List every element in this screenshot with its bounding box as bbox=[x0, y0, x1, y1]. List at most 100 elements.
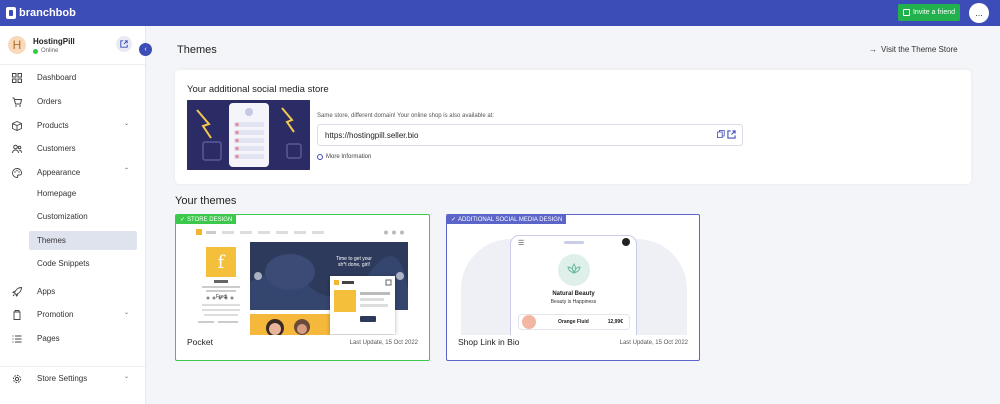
brand-name: branchbob bbox=[19, 7, 76, 19]
invite-label: Invite a friend bbox=[912, 9, 955, 16]
theme-card-pocket[interactable]: ✓ STORE DESIGN f Time to get your sh*t d… bbox=[175, 214, 430, 361]
cart-icon bbox=[12, 97, 22, 107]
chevron-down-icon: ⌄ bbox=[123, 310, 129, 316]
preview-product-popup bbox=[330, 276, 395, 334]
divider bbox=[0, 64, 145, 65]
sidebar-item-label: Orders bbox=[37, 97, 62, 106]
palette-icon bbox=[12, 167, 22, 178]
preview-profile: f bbox=[196, 244, 256, 334]
external-link-icon[interactable] bbox=[727, 130, 736, 141]
theme-preview-pocket: f Time to get your sh*t done, girl! Fred… bbox=[176, 224, 429, 335]
badge-label: ADDITIONAL SOCIAL MEDIA DESIGN bbox=[458, 216, 563, 223]
sidebar-item-label: Dashboard bbox=[37, 73, 77, 82]
tag-icon bbox=[12, 309, 22, 320]
sidebar-subitem-code-snippets[interactable]: Code Snippets bbox=[29, 254, 137, 273]
sidebar-item-promotion[interactable]: Promotion ⌄ bbox=[8, 305, 137, 324]
copy-icon[interactable] bbox=[717, 130, 725, 141]
rocket-icon bbox=[12, 286, 22, 297]
preview-brand-name: Natural Beauty bbox=[552, 291, 595, 297]
preview-phone: ☰ Natural Beauty Beauty is Happiness Ora… bbox=[510, 235, 637, 335]
collapse-sidebar-button[interactable]: ‹ bbox=[139, 43, 152, 56]
open-store-external-button[interactable] bbox=[116, 36, 132, 52]
info-icon bbox=[317, 154, 323, 160]
sidebar-item-label: Store Settings bbox=[37, 374, 88, 383]
social-store-description: Same store, different domain! Your onlin… bbox=[317, 113, 494, 119]
your-themes-heading: Your themes bbox=[175, 195, 237, 207]
preview-photo-art bbox=[250, 314, 330, 335]
preview-product-row: Orange Fluid 12,99€ bbox=[518, 314, 630, 330]
preview-product-image bbox=[522, 315, 536, 329]
invite-friend-button[interactable]: Invite a friend bbox=[897, 4, 960, 21]
theme-preview-shop-link-in-bio: ☰ Natural Beauty Beauty is Happiness Ora… bbox=[447, 224, 699, 335]
theme-updated: Last Update, 15 Oct 2022 bbox=[349, 340, 418, 346]
sidebar-item-apps[interactable]: Apps bbox=[8, 282, 137, 301]
top-bar: branchbob Invite a friend ... bbox=[0, 0, 1000, 26]
lotus-icon bbox=[567, 263, 581, 274]
hamburger-icon: ☰ bbox=[518, 240, 525, 247]
list-icon bbox=[12, 334, 22, 344]
preview-product-name: Orange Fluid bbox=[558, 319, 589, 325]
theme-card-shop-link-in-bio[interactable]: ✓ ADDITIONAL SOCIAL MEDIA DESIGN ☰ Natur… bbox=[446, 214, 700, 361]
store-status-label: Online bbox=[41, 48, 59, 54]
chevron-left-icon: ‹ bbox=[144, 46, 147, 53]
more-information-link[interactable]: More Information bbox=[317, 154, 371, 160]
page-title: Themes bbox=[177, 44, 217, 56]
store-avatar: H bbox=[8, 36, 26, 54]
external-link-icon bbox=[120, 40, 128, 48]
sidebar-subitem-homepage[interactable]: Homepage bbox=[29, 184, 137, 203]
preview-profile-lines bbox=[198, 280, 240, 323]
theme-name: Shop Link in Bio bbox=[458, 337, 520, 347]
sidebar-item-label: Pages bbox=[37, 334, 60, 343]
sidebar-item-pages[interactable]: Pages bbox=[8, 329, 137, 348]
preview-popup-art bbox=[334, 279, 392, 322]
gift-icon bbox=[902, 9, 910, 16]
theme-name: Pocket bbox=[187, 337, 213, 347]
preview-nav-lines bbox=[206, 230, 404, 235]
store-header: H HostingPill Online bbox=[8, 36, 136, 58]
preview-brand-tile: f bbox=[206, 247, 236, 277]
preview-brand-logo bbox=[558, 254, 590, 286]
divider bbox=[0, 366, 145, 367]
users-icon bbox=[12, 144, 22, 154]
url-actions bbox=[717, 130, 736, 141]
sidebar-item-store-settings[interactable]: Store Settings ⌄ bbox=[8, 369, 137, 388]
store-design-badge: ✓ STORE DESIGN bbox=[176, 215, 237, 224]
preview-navbar bbox=[196, 229, 411, 237]
chevron-down-icon: ⌄ bbox=[123, 121, 129, 127]
cart-badge-icon bbox=[622, 238, 630, 246]
sidebar-subitem-themes[interactable]: Themes bbox=[29, 231, 137, 250]
sidebar-item-dashboard[interactable]: Dashboard bbox=[8, 68, 137, 87]
sidebar-item-label: Promotion bbox=[37, 310, 74, 319]
sidebar-item-appearance[interactable]: Appearance ⌃ bbox=[8, 163, 137, 182]
sidebar-item-orders[interactable]: Orders bbox=[8, 92, 137, 111]
gear-icon bbox=[12, 374, 22, 384]
phone-notch bbox=[564, 241, 584, 244]
user-menu-avatar[interactable]: ... bbox=[969, 3, 989, 23]
store-name: HostingPill bbox=[33, 37, 75, 46]
sidebar-item-products[interactable]: Products ⌄ bbox=[8, 116, 137, 135]
chevron-up-icon: ⌃ bbox=[123, 168, 129, 174]
check-icon: ✓ bbox=[451, 217, 457, 223]
check-icon: ✓ bbox=[180, 217, 186, 223]
sidebar-item-customers[interactable]: Customers bbox=[8, 139, 137, 158]
preview-banner-text: Time to get your sh*t done, girl! bbox=[336, 256, 372, 268]
sidebar-item-label: Appearance bbox=[37, 168, 81, 177]
preview-product-price: 12,99€ bbox=[607, 319, 623, 325]
visit-link-label: Visit the Theme Store bbox=[881, 45, 958, 54]
online-dot-icon bbox=[33, 48, 38, 54]
badge-label: STORE DESIGN bbox=[187, 216, 233, 223]
visit-theme-store-link[interactable]: → Visit the Theme Store bbox=[869, 45, 958, 54]
sidebar-subitem-customization[interactable]: Customization bbox=[29, 207, 137, 226]
more-info-label: More Information bbox=[326, 154, 372, 160]
theme-updated: Last Update, 15 Oct 2022 bbox=[619, 340, 688, 346]
social-design-badge: ✓ ADDITIONAL SOCIAL MEDIA DESIGN bbox=[447, 215, 567, 224]
brand-logo[interactable]: branchbob bbox=[6, 7, 76, 19]
arrow-right-icon: → bbox=[869, 45, 877, 54]
chevron-down-icon: ⌄ bbox=[123, 374, 129, 380]
store-status: Online bbox=[33, 48, 58, 54]
social-store-url-field[interactable]: https://hostingpill.seller.bio bbox=[317, 124, 743, 146]
social-store-title: Your additional social media store bbox=[187, 84, 329, 95]
preview-tagline: Beauty is Happiness bbox=[550, 299, 597, 305]
dashboard-icon bbox=[12, 72, 22, 83]
social-store-illustration bbox=[187, 100, 310, 170]
